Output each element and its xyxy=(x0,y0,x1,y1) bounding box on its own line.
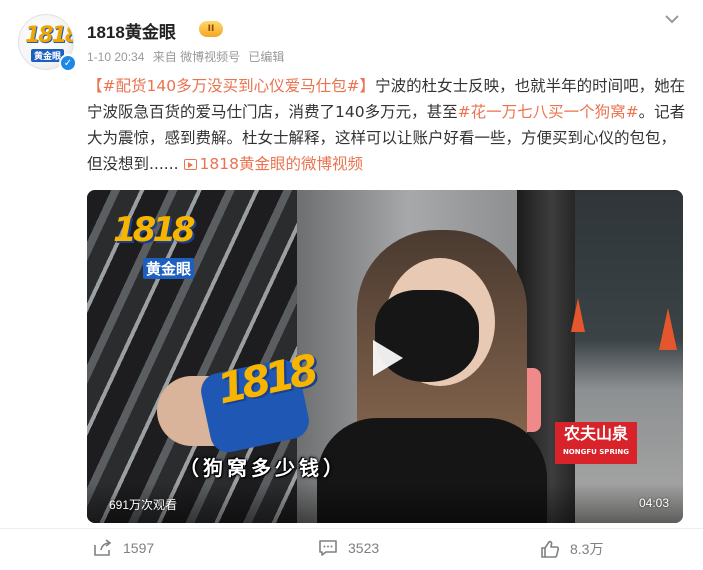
vip-crown-icon[interactable]: II xyxy=(199,21,223,37)
video-duration: 04:03 xyxy=(638,496,669,510)
author-name[interactable]: 1818黄金眼 xyxy=(87,18,176,43)
comment-icon xyxy=(319,540,337,556)
sponsor-name-en: NONGFU SPRING xyxy=(562,448,630,456)
video-link-icon xyxy=(183,159,197,170)
hashtag-link[interactable]: #花一万七八买一个狗窝# xyxy=(458,103,639,121)
verified-icon: ✓ xyxy=(59,54,77,72)
hashtag-link[interactable]: 【#配货140多万没买到心仪爱马仕包#】 xyxy=(87,77,375,95)
avatar-logo-number: 1818 xyxy=(25,23,74,48)
share-icon xyxy=(94,539,112,556)
chevron-down-icon[interactable] xyxy=(664,12,680,26)
comment-count: 3523 xyxy=(348,540,380,556)
channel-logo-text: 黄金眼 xyxy=(143,258,195,279)
channel-logo: 1818 黄金眼 xyxy=(113,210,205,280)
author-avatar[interactable]: 1818 黄金眼 ✓ xyxy=(18,14,77,72)
video-bg-street xyxy=(557,190,683,523)
video-link-label: 1818黄金眼的微博视频 xyxy=(199,155,363,173)
post-meta: 1-10 20:34 来自 微博视频号 已编辑 xyxy=(87,48,289,65)
share-count: 1597 xyxy=(123,540,155,556)
channel-logo-number: 1818 xyxy=(113,210,196,250)
sponsor-name: 农夫山泉 xyxy=(563,424,628,443)
share-button[interactable]: 1597 xyxy=(93,539,154,557)
edited-label[interactable]: 已编辑 xyxy=(248,50,284,64)
traffic-cone xyxy=(571,298,585,332)
comment-button[interactable]: 3523 xyxy=(318,539,379,557)
post-date[interactable]: 1-10 20:34 xyxy=(87,50,144,64)
video-player[interactable]: 1818 1818 黄金眼 （狗窝多少钱） 农夫山泉 NONGFU SPRING… xyxy=(87,190,683,523)
like-count: 8.3万 xyxy=(570,541,604,557)
video-link[interactable]: 1818黄金眼的微博视频 xyxy=(183,155,363,173)
traffic-cone xyxy=(659,308,677,350)
view-count: 691万次观看 xyxy=(109,498,178,512)
action-bar: 1597 3523 8.3万 xyxy=(0,528,703,568)
like-button[interactable]: 8.3万 xyxy=(540,539,603,559)
weibo-post: 1818 黄金眼 ✓ 1818黄金眼 II 1-10 20:34 来自 微博视频… xyxy=(0,0,703,570)
sponsor-logo: 农夫山泉 NONGFU SPRING xyxy=(555,422,637,464)
play-icon[interactable] xyxy=(363,336,407,380)
thumbs-up-icon xyxy=(541,540,560,558)
post-source[interactable]: 来自 微博视频号 xyxy=(153,50,240,64)
post-text: 【#配货140多万没买到心仪爱马仕包#】宁波的杜女士反映，也就半年的时间吧，她在… xyxy=(87,73,687,177)
video-subtitle: （狗窝多少钱） xyxy=(179,456,347,480)
